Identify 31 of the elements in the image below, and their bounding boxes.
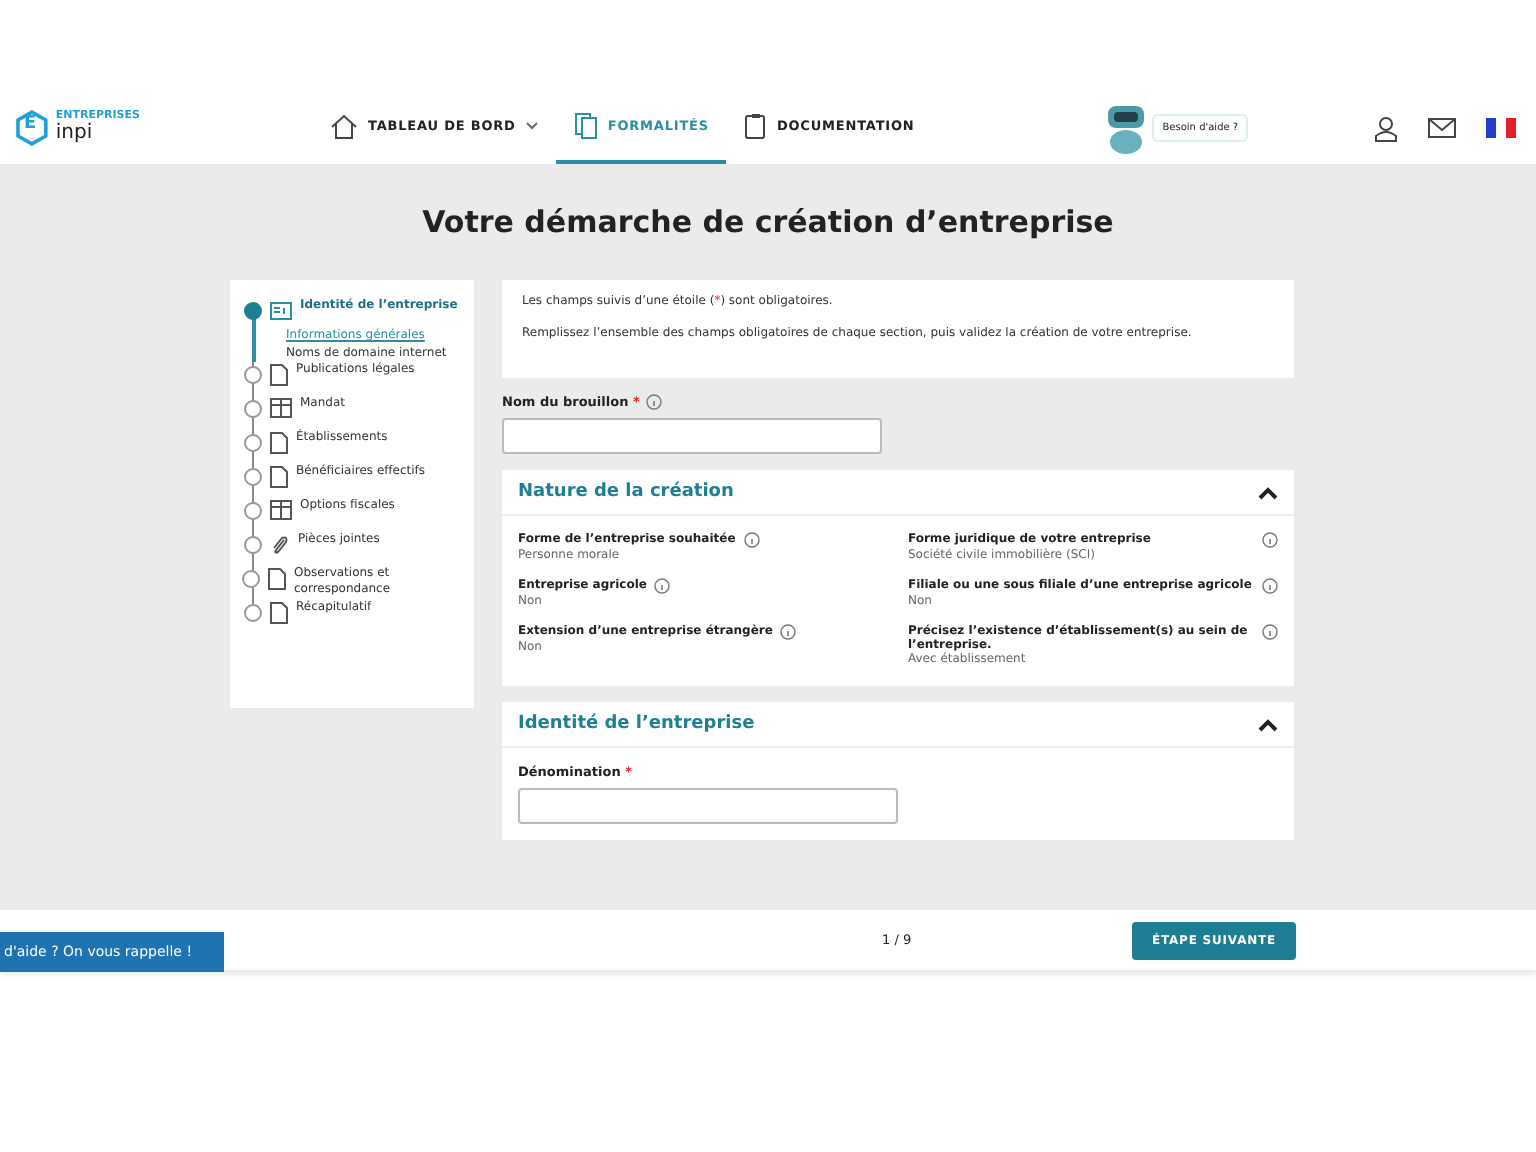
section-title: Identité de l’entreprise (518, 714, 755, 734)
table-icon (270, 397, 292, 418)
mail-icon[interactable] (1428, 118, 1456, 138)
input-field[interactable] (502, 418, 882, 454)
clipboard-icon (744, 112, 767, 140)
documents-icon (573, 112, 598, 140)
logo-text: inpi (55, 123, 95, 144)
id-card-icon (270, 300, 292, 320)
user-icon[interactable] (1374, 115, 1398, 141)
home-icon (330, 113, 358, 139)
logo-hexagon-icon (16, 110, 48, 146)
input-field[interactable] (518, 788, 898, 824)
flag-icon[interactable] (1486, 118, 1516, 138)
info-icon (743, 532, 760, 548)
document-icon (270, 363, 288, 386)
document-icon (270, 601, 288, 624)
section-title: Nature de la création (518, 482, 734, 502)
info-icon (1262, 532, 1278, 548)
info-icon (654, 578, 671, 594)
info-icon (1262, 624, 1278, 640)
info-icon (1262, 578, 1278, 594)
document-icon (268, 567, 286, 590)
page-title: Votre démarche de création d’entreprise (420, 202, 1116, 244)
info-icon (780, 624, 797, 640)
document-icon (270, 465, 288, 488)
document-icon (270, 431, 288, 454)
chevron-icon[interactable] (1258, 485, 1278, 499)
table-icon (270, 499, 292, 520)
chevron-icon[interactable] (1258, 717, 1278, 731)
robot-drawing (1104, 102, 1149, 154)
paperclip-icon (270, 533, 290, 556)
